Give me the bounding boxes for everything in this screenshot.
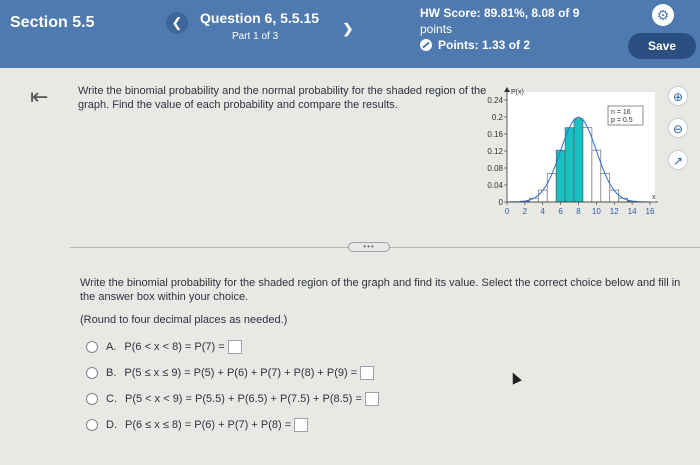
y-tick-label: 0.12 bbox=[487, 147, 503, 156]
option-b[interactable]: B. P(5 ≤ x ≤ 9) = P(5) + P(6) + P(7) + P… bbox=[86, 366, 375, 380]
header-bar: Section 5.5 ❮ Question 6, 5.5.15 Part 1 … bbox=[0, 0, 700, 68]
shaded-bar bbox=[564, 127, 575, 203]
popout-button[interactable]: ↗ bbox=[668, 150, 688, 170]
question-title: Question 6, 5.5.15 bbox=[200, 10, 320, 26]
x-tick-label: 8 bbox=[576, 207, 581, 216]
chevron-right-icon: ❯ bbox=[342, 21, 354, 36]
shaded-bar bbox=[555, 149, 566, 203]
instructions-text: Write the binomial probability and the n… bbox=[78, 85, 487, 111]
answer-box[interactable] bbox=[364, 392, 379, 406]
option-letter: B. bbox=[106, 367, 117, 379]
x-tick-label: 0 bbox=[505, 207, 510, 216]
zoom-out-button[interactable]: ⊖ bbox=[668, 118, 688, 138]
bar bbox=[537, 189, 548, 203]
bar bbox=[546, 173, 557, 203]
option-letter: C. bbox=[106, 393, 117, 405]
divider-handle[interactable]: ••• bbox=[348, 242, 390, 252]
answer-box[interactable] bbox=[227, 340, 242, 354]
option-text: P(5 < x < 9) = P(5.5) + P(6.5) + P(7.5) … bbox=[125, 393, 362, 405]
answer-box[interactable] bbox=[294, 418, 309, 432]
option-a[interactable]: A. P(6 < x < 8) = P(7) = bbox=[86, 340, 242, 354]
x-tick-label: 16 bbox=[646, 207, 655, 216]
radio-button[interactable] bbox=[86, 419, 98, 431]
question-part: Part 1 of 3 bbox=[232, 31, 279, 42]
bar bbox=[591, 149, 602, 203]
back-arrow-icon[interactable]: ⇤ bbox=[30, 84, 48, 110]
x-tick-label: 14 bbox=[628, 207, 637, 216]
y-axis-label: P(x) bbox=[511, 89, 524, 96]
bar bbox=[609, 189, 620, 203]
popout-icon: ↗ bbox=[672, 154, 684, 168]
radio-button[interactable] bbox=[86, 367, 98, 379]
bar bbox=[600, 173, 611, 203]
y-tick-label: 0.08 bbox=[487, 164, 503, 173]
mouse-cursor bbox=[508, 370, 522, 385]
question-text: Write the binomial probability for the s… bbox=[80, 277, 681, 303]
radio-button[interactable] bbox=[86, 393, 98, 405]
x-tick-label: 12 bbox=[610, 207, 619, 216]
hw-score: HW Score: 89.81%, 8.08 of 9 bbox=[420, 6, 580, 20]
zoom-out-icon: ⊖ bbox=[672, 122, 684, 136]
option-c[interactable]: C. P(5 < x < 9) = P(5.5) + P(6.5) + P(7.… bbox=[86, 392, 379, 406]
chevron-left-icon: ❮ bbox=[171, 15, 183, 30]
x-axis-label: x bbox=[652, 194, 656, 201]
previous-question-button[interactable]: ❮ bbox=[166, 12, 188, 34]
option-letter: D. bbox=[106, 419, 117, 431]
question-points: Points: 1.33 of 2 bbox=[420, 38, 530, 52]
annotation-n: n = 16 bbox=[611, 109, 631, 116]
rounding-note: (Round to four decimal places as needed.… bbox=[80, 314, 288, 326]
option-text: P(5 ≤ x ≤ 9) = P(5) + P(6) + P(7) + P(8)… bbox=[124, 367, 358, 379]
points-icon bbox=[420, 39, 432, 51]
x-tick-label: 2 bbox=[523, 207, 528, 216]
points-label: Points: 1.33 of 2 bbox=[438, 38, 531, 52]
option-text: P(6 ≤ x ≤ 8) = P(6) + P(7) + P(8) = bbox=[125, 419, 292, 431]
y-tick-label: 0.24 bbox=[487, 96, 503, 105]
y-axis-arrow bbox=[504, 87, 510, 92]
annotation-p: p = 0.5 bbox=[611, 117, 633, 124]
section-title: Section 5.5 bbox=[10, 14, 95, 31]
next-question-button[interactable]: ❯ bbox=[337, 18, 359, 40]
y-tick-label: 0 bbox=[499, 198, 504, 207]
option-text: P(6 < x < 8) = P(7) = bbox=[124, 341, 225, 353]
y-tick-label: 0.2 bbox=[492, 113, 504, 122]
zoom-in-button[interactable]: ⊕ bbox=[668, 86, 688, 106]
radio-button[interactable] bbox=[86, 341, 98, 353]
hw-score-unit: points bbox=[420, 22, 453, 36]
bar bbox=[582, 127, 593, 203]
shaded-bar bbox=[573, 118, 584, 203]
option-letter: A. bbox=[106, 341, 117, 353]
gear-icon: ⚙ bbox=[656, 7, 670, 23]
option-d[interactable]: D. P(6 ≤ x ≤ 8) = P(6) + P(7) + P(8) = bbox=[86, 418, 309, 432]
y-tick-label: 0.04 bbox=[487, 181, 503, 190]
x-tick-label: 4 bbox=[541, 207, 546, 216]
binomial-chart: 0.24 0.2 0.16 0.12 0.08 0.04 00 2 4 6 8 10 12 14 16 P(x… bbox=[487, 87, 658, 216]
zoom-in-icon: ⊕ bbox=[672, 90, 684, 104]
answer-box[interactable] bbox=[360, 366, 375, 380]
settings-button[interactable]: ⚙ bbox=[652, 4, 674, 26]
x-tick-label: 6 bbox=[558, 207, 563, 216]
save-button[interactable]: Save bbox=[628, 33, 696, 59]
x-tick-label: 10 bbox=[592, 207, 601, 216]
y-tick-label: 0.16 bbox=[487, 130, 503, 139]
